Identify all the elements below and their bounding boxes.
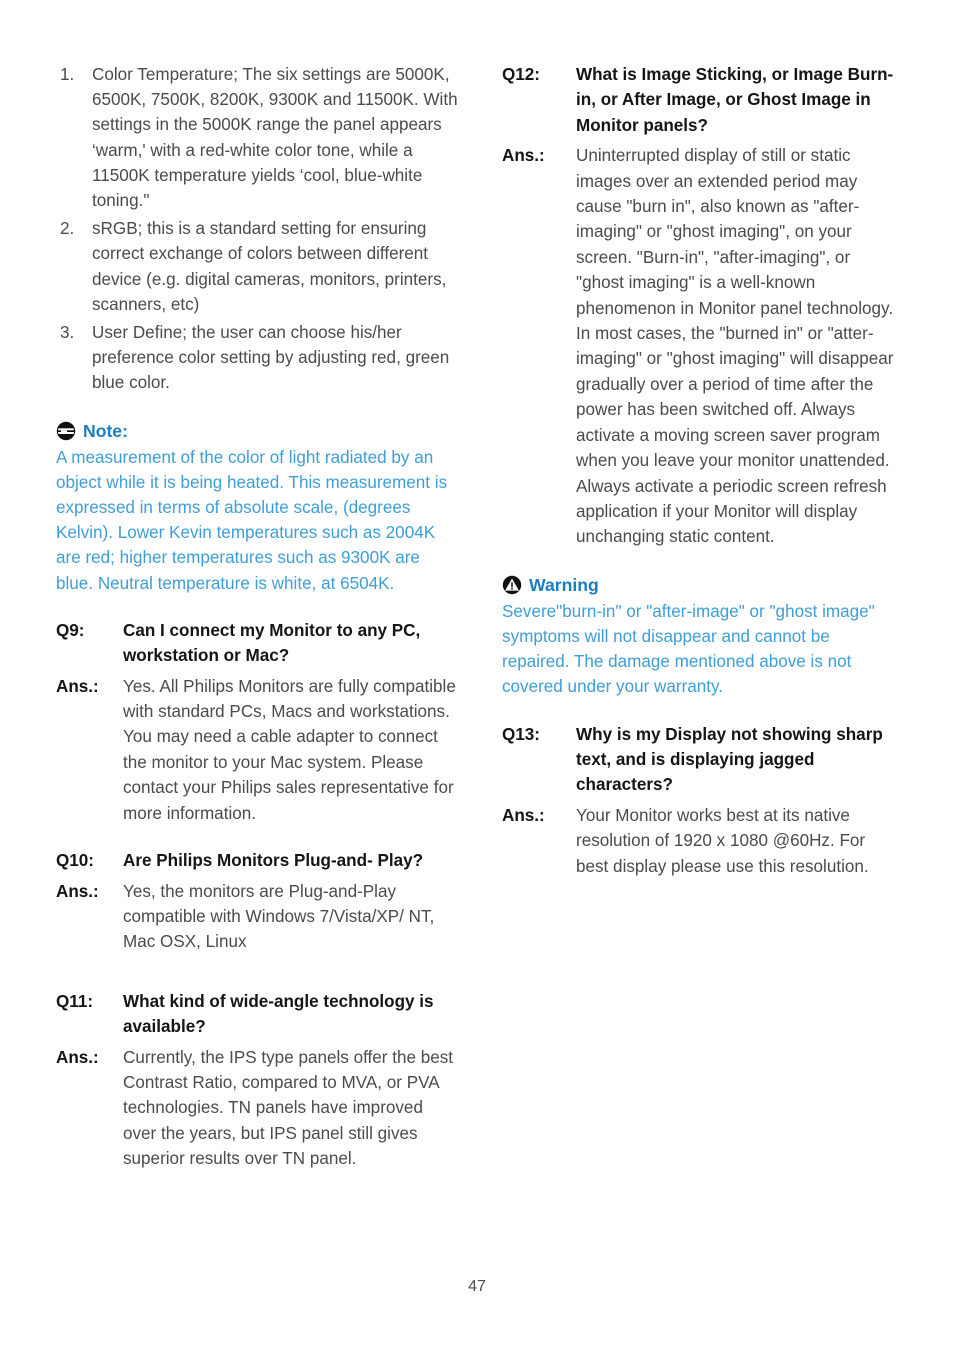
question-label: Q12: <box>502 65 541 84</box>
question-row: Q10: Are Philips Monitors Plug-and- Play… <box>56 848 459 873</box>
warning-title: Warning <box>529 574 599 595</box>
qa-block-q9: Q9: Can I connect my Monitor to any PC, … <box>56 618 459 826</box>
answer-label: Ans.: <box>502 805 545 825</box>
question-label: Q13: <box>502 724 541 744</box>
question-text: Why is my Display not showing sharp text… <box>576 724 883 795</box>
question-row: Q13: Why is my Display not showing sharp… <box>502 722 902 798</box>
settings-numbered-list: 1. Color Temperature; The six settings a… <box>56 62 459 396</box>
list-item-marker: 3. <box>60 323 75 343</box>
note-body: A measurement of the color of light radi… <box>56 447 448 593</box>
qa-block-q11: Q11: What kind of wide-angle technology … <box>56 989 459 1172</box>
list-item-text: User Define; the user can choose his/her… <box>92 323 450 393</box>
page-number: 47 <box>468 1278 486 1295</box>
list-item-text: Color Temperature; The six settings are … <box>92 65 458 211</box>
qa-block-q12: Q12: What is Image Sticking, or Image Bu… <box>502 62 902 550</box>
warning-callout: Warning Severe"burn-in" or "after-image"… <box>502 574 902 700</box>
warning-icon <box>502 575 522 595</box>
question-label: Q11: <box>56 991 94 1011</box>
question-text: Can I connect my Monitor to any PC, work… <box>123 620 421 666</box>
list-item: 1. Color Temperature; The six settings a… <box>56 62 459 213</box>
question-label: Q10: <box>56 851 95 871</box>
list-item: 3. User Define; the user can choose his/… <box>56 320 459 396</box>
answer-row: Ans.: Your Monitor works best at its nat… <box>502 803 902 879</box>
question-row: Q9: Can I connect my Monitor to any PC, … <box>56 618 459 669</box>
answer-row: Ans.: Yes, the monitors are Plug-and-Pla… <box>56 879 459 955</box>
answer-text: Yes, the monitors are Plug-and-Play comp… <box>123 881 435 952</box>
list-item-marker: 1. <box>60 65 75 84</box>
left-column: 1. Color Temperature; The six settings a… <box>0 62 477 1172</box>
note-title: Note: <box>83 420 128 441</box>
question-row: Q11: What kind of wide-angle technology … <box>56 989 459 1040</box>
list-item-marker: 2. <box>60 219 75 239</box>
answer-row: Ans.: Currently, the IPS type panels off… <box>56 1045 459 1172</box>
note-icon <box>56 421 76 441</box>
two-column-body: 1. Color Temperature; The six settings a… <box>0 62 954 1172</box>
question-text: What is Image Sticking, or Image Burn-in… <box>576 65 894 135</box>
qa-block-q10: Q10: Are Philips Monitors Plug-and- Play… <box>56 848 459 955</box>
question-text: What kind of wide-angle technology is av… <box>123 991 434 1037</box>
answer-text: Currently, the IPS type panels offer the… <box>123 1047 454 1169</box>
list-item-text: sRGB; this is a standard setting for ens… <box>92 219 447 314</box>
question-label: Q9: <box>56 620 85 640</box>
note-callout-header: Note: <box>56 420 459 442</box>
warning-callout-header: Warning <box>502 574 902 596</box>
question-text: Are Philips Monitors Plug-and- Play? <box>123 851 424 871</box>
answer-text: Yes. All Philips Monitors are fully comp… <box>123 676 456 823</box>
document-page: 1. Color Temperature; The six settings a… <box>0 0 954 1354</box>
answer-row: Ans.: Yes. All Philips Monitors are full… <box>56 674 459 826</box>
answer-label: Ans.: <box>56 881 99 901</box>
question-row: Q12: What is Image Sticking, or Image Bu… <box>502 62 902 138</box>
list-item: 2. sRGB; this is a standard setting for … <box>56 216 459 317</box>
answer-text: Your Monitor works best at its native re… <box>576 805 869 876</box>
qa-block-q13: Q13: Why is my Display not showing sharp… <box>502 722 902 879</box>
answer-label: Ans.: <box>56 1047 99 1067</box>
answer-text: Uninterrupted display of still or static… <box>576 146 894 547</box>
right-column: Q12: What is Image Sticking, or Image Bu… <box>477 62 954 1172</box>
answer-row: Ans.: Uninterrupted display of still or … <box>502 143 902 550</box>
warning-body: Severe"burn-in" or "after-image" or "gho… <box>502 601 875 697</box>
note-callout: Note: A measurement of the color of ligh… <box>56 420 459 596</box>
answer-label: Ans.: <box>56 676 99 696</box>
answer-label: Ans.: <box>502 146 545 166</box>
